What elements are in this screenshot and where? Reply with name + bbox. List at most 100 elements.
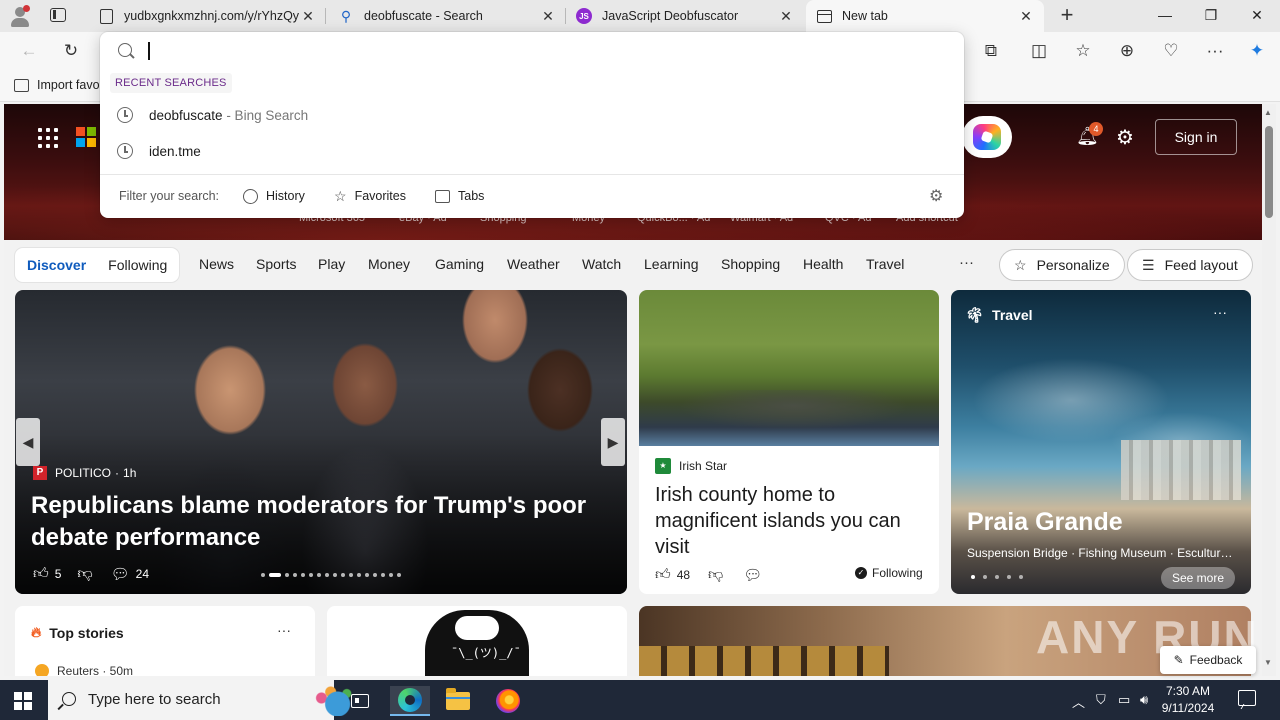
top-stories-header: 🔥︎ Top stories <box>31 624 124 641</box>
article-headline[interactable]: Irish county home to magnificent islands… <box>655 482 925 560</box>
scroll-up-icon[interactable]: ▲ <box>1264 108 1272 117</box>
destination-title[interactable]: Praia Grande <box>967 508 1123 537</box>
task-view-icon[interactable] <box>340 686 380 716</box>
tab-4-active[interactable]: New tab ✕ <box>806 0 1044 32</box>
tab-1[interactable]: yudbxgnkxmzhnj.com/y/rYhzQy ✕ <box>88 0 326 32</box>
search-settings-gear-icon[interactable]: ⚙ <box>929 186 943 206</box>
irish-star-article-card[interactable]: ★ Irish Star Irish county home to magnif… <box>639 290 939 594</box>
suggestion-item[interactable]: iden.tme <box>100 134 964 168</box>
notification-center-icon[interactable] <box>1238 690 1256 706</box>
settings-more-icon[interactable]: ··· <box>1204 40 1226 62</box>
carousel-prev-button[interactable]: ◀ <box>16 418 40 466</box>
suggestion-source: - Bing Search <box>222 107 309 123</box>
separator: · <box>115 466 120 480</box>
nav-health[interactable]: Health <box>803 256 843 272</box>
page-settings-gear-icon[interactable]: ⚙ <box>1116 125 1134 150</box>
close-tab-icon[interactable]: ✕ <box>540 8 556 25</box>
nav-travel[interactable]: Travel <box>866 256 904 272</box>
comment-icon[interactable]: 💬︎ <box>743 566 762 584</box>
collections-icon[interactable]: ⊕ <box>1116 40 1138 62</box>
story-source: Reuters · 50m <box>35 664 133 676</box>
nav-weather[interactable]: Weather <box>507 256 560 272</box>
security-shield-icon[interactable]: ⛉ <box>1096 692 1106 708</box>
new-tab-button[interactable]: + <box>1056 4 1078 26</box>
windows-start-icon[interactable] <box>14 692 32 710</box>
tab-2[interactable]: ⚲ deobfuscate - Search ✕ <box>328 0 566 32</box>
extensions-icon[interactable]: ⧉ <box>980 40 1002 62</box>
app-launcher-icon[interactable] <box>38 128 58 148</box>
taskbar-search-box[interactable]: Type here to search <box>48 680 356 720</box>
scroll-thumb[interactable] <box>1265 126 1273 218</box>
scroll-down-icon[interactable]: ▼ <box>1264 658 1272 667</box>
file-explorer-icon[interactable] <box>438 686 478 716</box>
nav-gaming[interactable]: Gaming <box>435 256 484 272</box>
edge-taskbar-icon[interactable] <box>390 686 430 716</box>
import-favorites-link[interactable]: Import favo <box>14 78 100 92</box>
minimize-button[interactable]: — <box>1150 4 1180 26</box>
taskbar-search-placeholder: Type here to search <box>88 691 221 708</box>
nav-money[interactable]: Money <box>368 256 410 272</box>
feed-layout-button[interactable]: ☰ Feed layout <box>1127 249 1253 281</box>
close-tab-icon[interactable]: ✕ <box>300 8 316 25</box>
like-thumb-icon[interactable]: 👍︎ <box>655 566 671 584</box>
tab-title: JavaScript Deobfuscator <box>602 9 739 23</box>
tab-following[interactable]: Following <box>108 257 167 273</box>
dislike-thumb-icon[interactable]: 👎︎ <box>77 565 92 583</box>
refresh-button[interactable]: ↻ <box>60 40 82 62</box>
personalize-button[interactable]: ☆ Personalize <box>999 249 1125 281</box>
filter-favorites-button[interactable]: ☆ Favorites <box>334 186 406 206</box>
nav-play[interactable]: Play <box>318 256 345 272</box>
check-icon: ✓ <box>855 567 867 579</box>
volume-icon[interactable]: 🔊︎ <box>1140 692 1148 708</box>
filter-tabs-button[interactable]: Tabs <box>435 186 484 206</box>
network-icon[interactable]: ▭ <box>1118 692 1130 708</box>
address-bar-input[interactable] <box>146 38 926 64</box>
close-window-button[interactable]: ✕ <box>1242 4 1272 26</box>
star-icon: ☆ <box>334 187 347 204</box>
system-clock[interactable]: 7:30 AM 9/11/2024 <box>1150 683 1226 717</box>
tab-actions-icon[interactable] <box>50 8 66 22</box>
favorites-star-icon[interactable]: ☆ <box>1072 40 1094 62</box>
suggestion-item[interactable]: deobfuscate - Bing Search <box>100 98 964 132</box>
politico-logo-icon: P <box>33 466 47 480</box>
back-button[interactable]: ← <box>18 40 40 62</box>
browser-essentials-icon[interactable]: ♡ <box>1160 40 1182 62</box>
nav-news[interactable]: News <box>199 256 234 272</box>
firefox-icon[interactable] <box>488 686 528 716</box>
nav-sports[interactable]: Sports <box>256 256 296 272</box>
show-hidden-icons-chevron-icon[interactable]: ︿ <box>1072 692 1085 711</box>
reaction-row: 👍︎ 48 👎︎ 💬︎ <box>655 566 762 584</box>
carousel-next-button[interactable]: ▶ <box>601 418 625 466</box>
reaction-row: 👍︎ 5 👎︎ 💬︎ 24 <box>33 565 149 583</box>
tab-discover[interactable]: Discover <box>27 257 86 273</box>
card-menu-button[interactable]: ··· <box>277 622 291 638</box>
nav-learning[interactable]: Learning <box>644 256 699 272</box>
like-thumb-icon[interactable]: 👍︎ <box>33 565 49 583</box>
nav-shopping[interactable]: Shopping <box>721 256 780 272</box>
close-tab-icon[interactable]: ✕ <box>778 8 794 25</box>
card-menu-button[interactable]: ··· <box>1213 304 1227 320</box>
close-tab-icon[interactable]: ✕ <box>1018 8 1034 25</box>
feed-nav: Discover Following News Sports Play Mone… <box>4 248 1262 284</box>
travel-card[interactable]: 🌴︎ Travel ··· Praia Grande Suspension Br… <box>951 290 1251 594</box>
more-categories-button[interactable]: ··· <box>959 254 974 271</box>
product-ad-card[interactable]: ¯\_(ツ)_/¯ <box>327 606 627 676</box>
dislike-thumb-icon[interactable]: 👎︎ <box>708 566 723 584</box>
tab-3[interactable]: JS JavaScript Deobfuscator ✕ <box>566 0 804 32</box>
headline-carousel-card[interactable]: ◀ ▶ P POLITICO · 1h Republicans blame mo… <box>15 290 627 594</box>
split-screen-icon[interactable]: ◫ <box>1028 40 1050 62</box>
following-badge[interactable]: ✓ Following <box>855 566 923 580</box>
page-scrollbar[interactable]: ▲ ▼ <box>1262 104 1276 676</box>
sign-in-button[interactable]: Sign in <box>1155 119 1237 155</box>
restore-button[interactable]: ❐ <box>1196 4 1226 26</box>
nav-watch[interactable]: Watch <box>582 256 621 272</box>
headline-title[interactable]: Republicans blame moderators for Trump's… <box>31 490 591 554</box>
copilot-icon[interactable]: ✦ <box>1246 40 1268 62</box>
comment-icon[interactable]: 💬︎ <box>111 565 130 583</box>
filter-history-button[interactable]: History <box>243 186 305 206</box>
see-more-button[interactable]: See more <box>1161 567 1235 589</box>
copilot-button[interactable] <box>962 116 1012 158</box>
following-label: Following <box>872 566 923 580</box>
feedback-button[interactable]: ✎ Feedback <box>1160 646 1256 674</box>
profile-avatar-icon[interactable] <box>8 4 32 28</box>
